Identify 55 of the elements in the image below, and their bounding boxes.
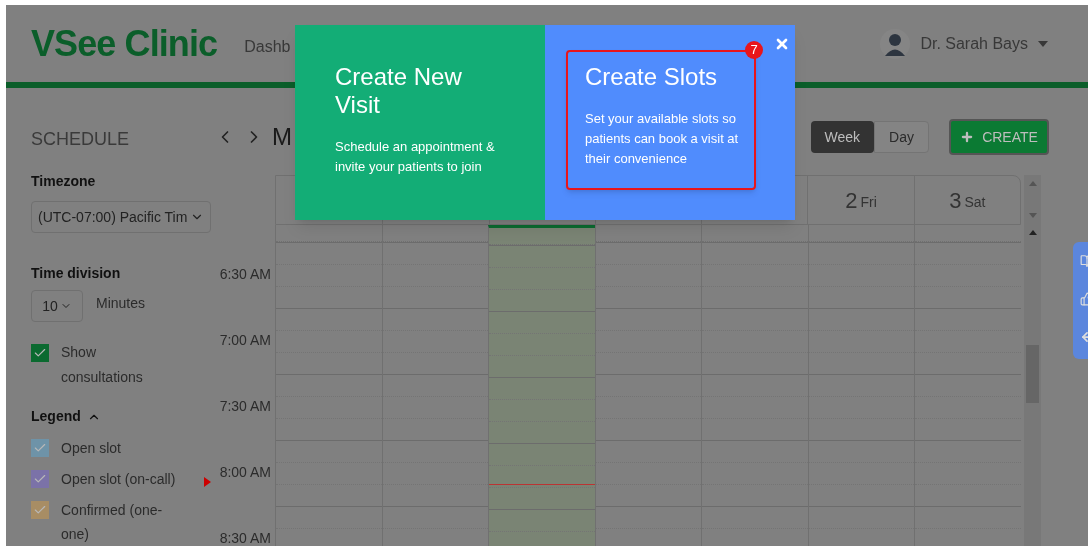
checkbox[interactable] [31,439,49,457]
view-tab[interactable]: Day [874,121,929,153]
timezone-select[interactable]: (UTC-07:00) Pacific Tim [31,201,211,233]
day-number: 2 [845,186,858,215]
checkbox[interactable] [31,344,49,362]
day-column[interactable] [594,225,702,546]
show-consultations-label: Show consultations [61,343,144,387]
check-icon [33,472,47,486]
check-icon [33,346,47,360]
plus-icon [960,130,975,144]
option-description: Schedule an appointment & invite your patients to join [335,138,496,176]
step-badge: 7 [745,41,763,59]
time-label: 8:30 AM [219,529,271,546]
schedule-title: SCHEDULE [31,128,131,151]
side-tab[interactable] [1073,242,1088,359]
option-card[interactable]: Create New Visit Schedule an appointment & invite your patients to join [295,25,545,220]
close-icon[interactable] [774,36,790,52]
day-name: Fri [860,192,877,212]
user-name[interactable]: Dr. Sarah Bays [920,31,1028,56]
scrollbar[interactable] [1024,175,1041,546]
scroll-up-icon[interactable] [1028,181,1037,186]
day-number: 3 [949,186,962,215]
option-card[interactable]: Create Slots Set your available slots so patients can book a visit at their convenience 7 [545,25,795,220]
view-tab[interactable]: Week [810,121,875,153]
nav-item[interactable]: Dashb [244,34,291,59]
caret-icon[interactable] [1038,40,1048,47]
time-label: 7:30 AM [219,397,271,416]
check-icon [33,503,47,517]
day-column[interactable] [701,225,808,546]
scroll-down-icon[interactable] [1028,213,1037,218]
time-label: 6:30 AM [219,265,271,284]
day-column[interactable] [275,225,382,546]
option-title: Create New Visit [335,63,463,119]
time-label: 7:00 AM [219,331,271,350]
minutes-label: Minutes [96,293,146,313]
legend-label: Confirmed (one-one) [61,501,164,544]
option-description: Set your available slots so patients can book a visit at their convenience [585,110,740,168]
scroll-up-icon[interactable] [1028,230,1037,235]
day-name: Sat [964,192,986,212]
create-button[interactable]: CREATE [949,119,1049,155]
day-column[interactable] [488,225,595,546]
calendar-title: M [272,122,292,152]
option-title: Create Slots [585,63,719,91]
current-time-marker [204,477,211,487]
checkbox[interactable] [31,470,49,488]
checkbox[interactable] [31,501,49,519]
legend-label: Open slot (on-call) [61,470,176,489]
check-icon [33,441,47,455]
time-division-label: Time division [31,264,122,283]
legend-label: Open slot [61,439,122,458]
logo[interactable]: VSee Clinic [31,16,218,71]
time-label: 8:00 AM [219,463,271,482]
timezone-label: Timezone [31,172,97,191]
legend-toggle[interactable]: Legend [31,406,215,427]
time-division-select[interactable]: 10 [31,290,83,322]
